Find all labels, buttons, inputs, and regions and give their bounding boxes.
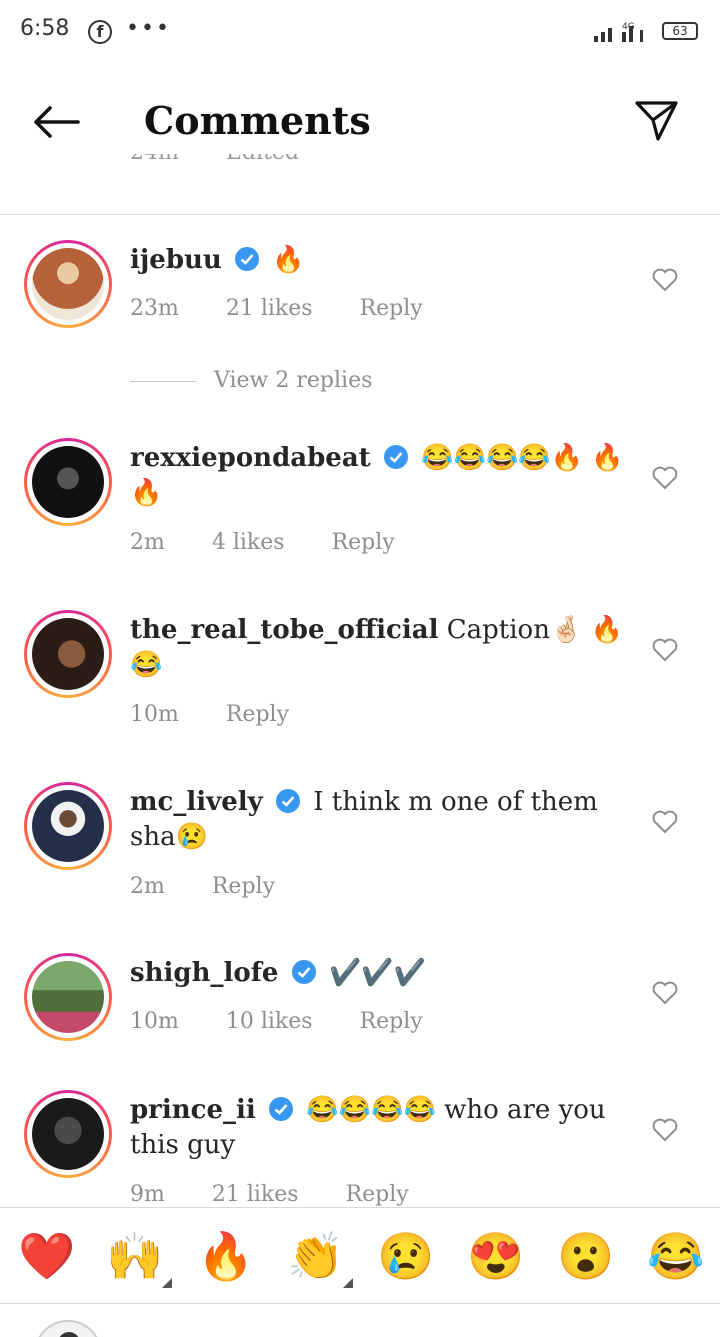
verified-badge-icon	[235, 247, 260, 271]
like-heart-icon[interactable]	[652, 638, 678, 662]
signal-icon: 4G	[594, 22, 643, 42]
reaction-fire-icon[interactable]: 🔥	[197, 1228, 254, 1284]
reply-button[interactable]: Reply	[226, 702, 289, 727]
avatar-image	[32, 1098, 104, 1170]
comment-time: 10m	[130, 702, 179, 727]
avatar[interactable]	[24, 610, 112, 698]
comment-likes[interactable]: 21 likes	[226, 296, 313, 321]
replies-line	[130, 380, 196, 382]
comment-time: 2m	[130, 530, 165, 555]
reaction-clap-icon[interactable]: 👏	[287, 1228, 353, 1288]
avatar-image	[32, 248, 104, 320]
divider	[0, 214, 720, 215]
facebook-icon: f	[88, 20, 112, 44]
view-replies-label: View 2 replies	[214, 368, 373, 393]
reaction-heart-icon[interactable]: ❤️	[18, 1228, 75, 1284]
comment-body: shigh_lofe ✔️✔️✔️	[130, 956, 630, 991]
comment-body: mc_lively I think m one of them sha😢	[130, 785, 630, 855]
comment-likes[interactable]: 4 likes	[212, 530, 285, 555]
comment-meta: 10m Reply	[130, 702, 329, 727]
page-title: Comments	[144, 98, 371, 143]
previous-comment-time: 24m	[130, 154, 179, 165]
comment-meta: 9m 21 likes Reply	[130, 1182, 449, 1207]
comment-username[interactable]: rexxiepondabeat	[130, 443, 371, 473]
reaction-crying-icon[interactable]: 😢	[377, 1228, 434, 1284]
avatar[interactable]	[24, 438, 112, 526]
reaction-surprised-icon[interactable]: 😮	[557, 1228, 614, 1284]
avatar-image	[32, 618, 104, 690]
current-user-avatar	[34, 1320, 102, 1337]
comment-username[interactable]: ijebuu	[130, 245, 222, 275]
avatar-image	[32, 790, 104, 862]
comments-header: Comments 24m Edited	[0, 64, 720, 184]
send-icon[interactable]	[634, 98, 680, 144]
skin-tone-indicator	[162, 1278, 172, 1288]
comment-username[interactable]: the_real_tobe_official	[130, 615, 438, 645]
quick-reaction-bar: ❤️ 🙌 🔥 👏 😢 😍 😮 😂	[0, 1207, 720, 1303]
reply-button[interactable]: Reply	[360, 296, 423, 321]
comment-time: 2m	[130, 874, 165, 899]
comment-username[interactable]: prince_ii	[130, 1095, 256, 1125]
view-replies-button[interactable]: View 2 replies	[130, 368, 372, 393]
like-heart-icon[interactable]	[652, 1118, 678, 1142]
comment-likes[interactable]: 21 likes	[212, 1182, 299, 1207]
verified-badge-icon	[269, 1097, 294, 1121]
comment-meta: 23m 21 likes Reply	[130, 296, 463, 321]
avatar[interactable]	[24, 782, 112, 870]
reaction-raised-hands-icon[interactable]: 🙌	[106, 1228, 172, 1288]
skin-tone-indicator	[343, 1278, 353, 1288]
avatar[interactable]	[24, 953, 112, 1041]
avatar-image	[32, 961, 104, 1033]
reply-button[interactable]: Reply	[212, 874, 275, 899]
verified-badge-icon	[383, 445, 408, 469]
like-heart-icon[interactable]	[652, 466, 678, 490]
status-time: 6:58	[20, 16, 70, 41]
comment-meta: 2m 4 likes Reply	[130, 530, 435, 555]
more-notifications-icon: •••	[126, 16, 171, 41]
back-arrow-icon[interactable]	[30, 102, 82, 142]
divider	[0, 1303, 720, 1304]
previous-comment-meta: 24m Edited	[130, 154, 339, 180]
avatar[interactable]	[24, 240, 112, 328]
comment-time: 9m	[130, 1182, 165, 1207]
status-bar: 6:58 f ••• 4G 63	[0, 0, 720, 64]
comment-time: 10m	[130, 1009, 179, 1034]
comment-body: ijebuu 🔥	[130, 243, 630, 278]
like-heart-icon[interactable]	[652, 268, 678, 292]
comment-username[interactable]: mc_lively	[130, 787, 263, 817]
reply-button[interactable]: Reply	[346, 1182, 409, 1207]
like-heart-icon[interactable]	[652, 810, 678, 834]
reply-button[interactable]: Reply	[360, 1009, 423, 1034]
comment-body: prince_ii 😂😂😂😂 who are you this guy	[130, 1093, 630, 1163]
comment-meta: 10m 10 likes Reply	[130, 1009, 463, 1034]
battery-icon: 63	[662, 22, 698, 40]
like-heart-icon[interactable]	[652, 981, 678, 1005]
previous-comment-edited: Edited	[226, 154, 299, 165]
comment-text: 🔥	[272, 245, 305, 275]
reaction-clap-glyph: 👏	[287, 1229, 345, 1283]
reply-button[interactable]: Reply	[332, 530, 395, 555]
reaction-raised-hands-glyph: 🙌	[106, 1229, 164, 1283]
comment-meta: 2m Reply	[130, 874, 315, 899]
avatar-image	[32, 446, 104, 518]
reaction-heart-eyes-icon[interactable]: 😍	[467, 1228, 524, 1284]
comment-username[interactable]: shigh_lofe	[130, 958, 278, 988]
comment-text: ✔️✔️✔️	[328, 958, 427, 988]
reaction-laughing-icon[interactable]: 😂	[647, 1228, 704, 1284]
comment-body: the_real_tobe_official Caption🤞🏻 🔥 😂	[130, 613, 630, 683]
comment-body: rexxiepondabeat 😂😂😂😂🔥 🔥 🔥	[130, 441, 630, 511]
comment-time: 23m	[130, 296, 179, 321]
avatar-head	[58, 1332, 80, 1337]
comment-likes[interactable]: 10 likes	[226, 1009, 313, 1034]
avatar[interactable]	[24, 1090, 112, 1178]
verified-badge-icon	[276, 789, 300, 813]
verified-badge-icon	[291, 960, 316, 984]
